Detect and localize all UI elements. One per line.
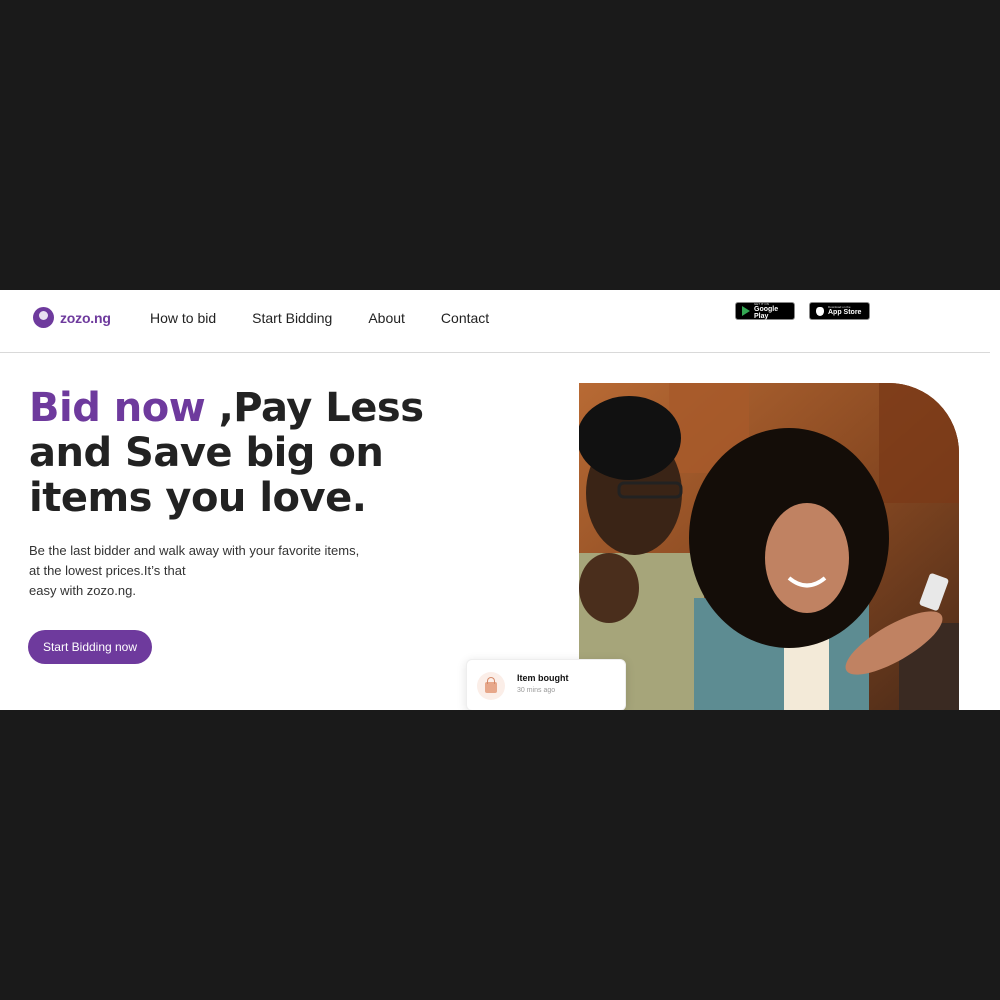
- google-play-badge[interactable]: GET IT ON Google Play: [735, 302, 795, 320]
- hero-subtext: Be the last bidder and walk away with yo…: [29, 541, 389, 601]
- nav-link-start-bidding[interactable]: Start Bidding: [252, 310, 332, 326]
- brand-logo[interactable]: zozo.ng: [33, 307, 111, 328]
- notification-time: 30 mins ago: [517, 687, 556, 694]
- nav-link-how-to-bid[interactable]: How to bid: [150, 310, 216, 326]
- nav-link-contact[interactable]: Contact: [441, 310, 489, 326]
- hero-headline: Bid now ,Pay Less and Save big on items …: [29, 386, 449, 521]
- logo-mark-icon: [33, 307, 54, 328]
- google-play-label: Google Play: [754, 305, 779, 320]
- hero-subtext-line1: Be the last bidder and walk away with yo…: [29, 543, 360, 558]
- nav-link-about[interactable]: About: [368, 310, 405, 326]
- top-navigation: zozo.ng How to bid Start Bidding About C…: [0, 290, 1000, 352]
- landing-page: zozo.ng How to bid Start Bidding About C…: [0, 290, 1000, 710]
- apple-icon: [816, 306, 824, 316]
- notification-title: Item bought: [517, 673, 569, 683]
- hero-subtext-line2: at the lowest prices.It’s that: [29, 563, 186, 578]
- app-store-badge[interactable]: Download on the App Store: [809, 302, 870, 320]
- item-bought-notification: Item bought 30 mins ago: [466, 659, 626, 710]
- hero-photo-illustration: [579, 383, 959, 710]
- hero-headline-accent: Bid now: [29, 385, 206, 431]
- nav-divider: [0, 352, 990, 353]
- hero-subtext-line3: easy with zozo.ng.: [29, 583, 136, 598]
- nav-links: How to bid Start Bidding About Contact: [150, 310, 489, 326]
- app-store-label: App Store: [828, 309, 862, 316]
- shopping-bag-icon: [477, 672, 505, 700]
- google-play-icon: [742, 306, 750, 316]
- hero-photo: [579, 383, 959, 710]
- logo-text: zozo.ng: [60, 309, 111, 326]
- start-bidding-now-button[interactable]: Start Bidding now: [28, 630, 152, 664]
